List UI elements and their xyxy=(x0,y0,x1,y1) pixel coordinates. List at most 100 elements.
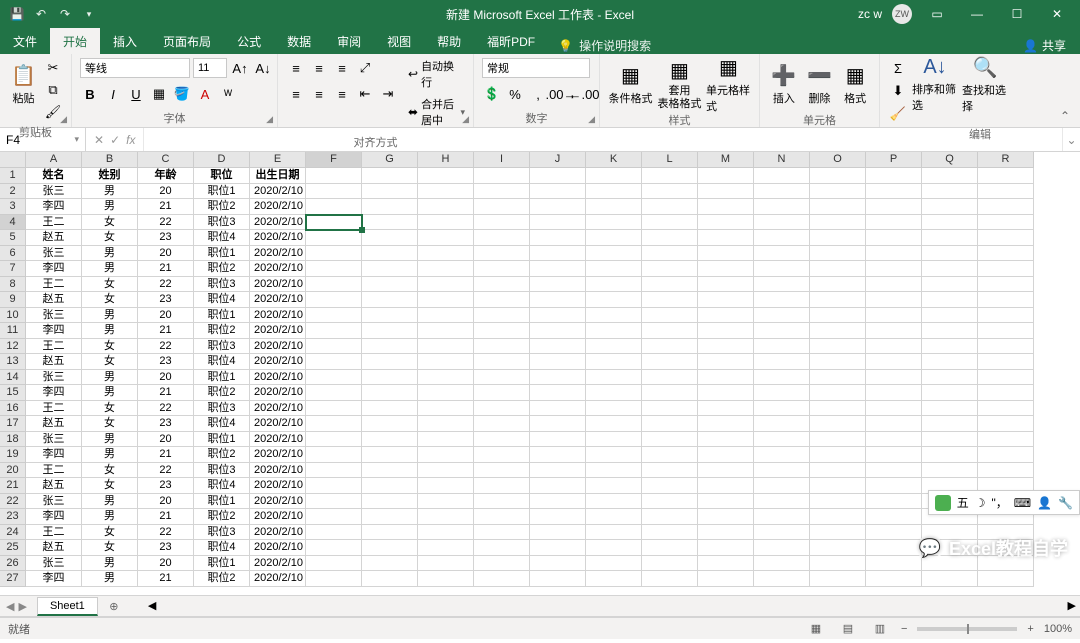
cell[interactable] xyxy=(474,215,530,231)
cell[interactable] xyxy=(810,277,866,293)
cell[interactable]: 年龄 xyxy=(138,168,194,184)
cell[interactable]: 2020/2/10 xyxy=(250,199,306,215)
cell[interactable]: 张三 xyxy=(26,432,82,448)
cell[interactable] xyxy=(922,432,978,448)
cell[interactable]: 职位1 xyxy=(194,556,250,572)
cell[interactable] xyxy=(306,540,362,556)
column-header[interactable]: C xyxy=(138,152,194,168)
cell[interactable] xyxy=(754,323,810,339)
column-header[interactable]: H xyxy=(418,152,474,168)
cell[interactable] xyxy=(418,571,474,587)
cell[interactable] xyxy=(698,261,754,277)
cell[interactable] xyxy=(362,432,418,448)
cell[interactable] xyxy=(866,323,922,339)
cell[interactable] xyxy=(922,401,978,417)
cell[interactable] xyxy=(530,168,586,184)
cell[interactable] xyxy=(978,447,1034,463)
cell[interactable] xyxy=(866,339,922,355)
cell[interactable] xyxy=(698,494,754,510)
cell[interactable]: 赵五 xyxy=(26,540,82,556)
cell[interactable]: 23 xyxy=(138,292,194,308)
cell[interactable] xyxy=(698,385,754,401)
cell[interactable] xyxy=(306,370,362,386)
cell[interactable] xyxy=(642,556,698,572)
tab-foxitpdf[interactable]: 福昕PDF xyxy=(474,28,548,54)
cell[interactable]: 男 xyxy=(82,246,138,262)
cell[interactable] xyxy=(698,230,754,246)
cell[interactable] xyxy=(698,463,754,479)
cell[interactable] xyxy=(810,463,866,479)
cell[interactable] xyxy=(922,277,978,293)
column-header[interactable]: P xyxy=(866,152,922,168)
cell[interactable] xyxy=(474,385,530,401)
cell[interactable] xyxy=(810,525,866,541)
border-icon[interactable]: ▦ xyxy=(149,84,169,104)
sheet-tab[interactable]: Sheet1 xyxy=(37,597,98,616)
minimize-icon[interactable]: — xyxy=(962,0,992,28)
cell[interactable] xyxy=(754,447,810,463)
row-header[interactable]: 22 xyxy=(0,494,26,510)
cell[interactable]: 女 xyxy=(82,215,138,231)
cell[interactable]: 男 xyxy=(82,199,138,215)
cell[interactable]: 21 xyxy=(138,199,194,215)
column-header[interactable]: A xyxy=(26,152,82,168)
cell[interactable] xyxy=(866,277,922,293)
cell[interactable] xyxy=(586,416,642,432)
cell[interactable] xyxy=(362,168,418,184)
cell[interactable] xyxy=(306,323,362,339)
cell[interactable]: 职位1 xyxy=(194,432,250,448)
cell[interactable] xyxy=(306,339,362,355)
cell[interactable] xyxy=(418,292,474,308)
cell[interactable] xyxy=(586,339,642,355)
cell[interactable] xyxy=(754,432,810,448)
cell[interactable]: 22 xyxy=(138,215,194,231)
cell[interactable] xyxy=(418,168,474,184)
cell[interactable]: 职位3 xyxy=(194,339,250,355)
cell[interactable] xyxy=(418,246,474,262)
cell[interactable]: 23 xyxy=(138,354,194,370)
cell[interactable] xyxy=(474,199,530,215)
cell[interactable] xyxy=(306,277,362,293)
cell[interactable] xyxy=(530,478,586,494)
cell[interactable] xyxy=(474,354,530,370)
tab-help[interactable]: 帮助 xyxy=(424,28,474,54)
cell[interactable] xyxy=(698,416,754,432)
horizontal-scrollbar[interactable]: ◀ ▶ xyxy=(144,599,1080,613)
percent-icon[interactable]: % xyxy=(505,84,525,104)
cell[interactable] xyxy=(754,401,810,417)
cell[interactable]: 张三 xyxy=(26,184,82,200)
cell[interactable] xyxy=(586,277,642,293)
cell[interactable] xyxy=(362,354,418,370)
cell[interactable] xyxy=(922,339,978,355)
cell[interactable]: 李四 xyxy=(26,199,82,215)
cell[interactable] xyxy=(754,184,810,200)
cell[interactable] xyxy=(474,339,530,355)
cell[interactable] xyxy=(530,277,586,293)
cell[interactable] xyxy=(754,478,810,494)
redo-icon[interactable]: ↷ xyxy=(56,5,74,23)
column-header[interactable]: K xyxy=(586,152,642,168)
cell[interactable] xyxy=(922,199,978,215)
cell[interactable] xyxy=(362,261,418,277)
cell[interactable] xyxy=(306,184,362,200)
cell[interactable] xyxy=(306,525,362,541)
cell[interactable]: 女 xyxy=(82,277,138,293)
cell[interactable] xyxy=(698,354,754,370)
cell[interactable] xyxy=(362,416,418,432)
row-header[interactable]: 10 xyxy=(0,308,26,324)
collapse-ribbon-icon[interactable]: ⌃ xyxy=(1056,109,1074,123)
cell[interactable] xyxy=(418,184,474,200)
cell[interactable]: 职位 xyxy=(194,168,250,184)
cell[interactable] xyxy=(418,370,474,386)
cell[interactable]: 职位2 xyxy=(194,199,250,215)
cell[interactable] xyxy=(978,246,1034,262)
row-header[interactable]: 13 xyxy=(0,354,26,370)
row-header[interactable]: 24 xyxy=(0,525,26,541)
cell[interactable] xyxy=(474,323,530,339)
cell[interactable] xyxy=(698,370,754,386)
number-launcher-icon[interactable]: ◢ xyxy=(588,114,595,125)
cell[interactable] xyxy=(922,463,978,479)
cell[interactable] xyxy=(530,230,586,246)
autosum-icon[interactable]: Σ xyxy=(888,58,908,78)
cell[interactable] xyxy=(530,370,586,386)
